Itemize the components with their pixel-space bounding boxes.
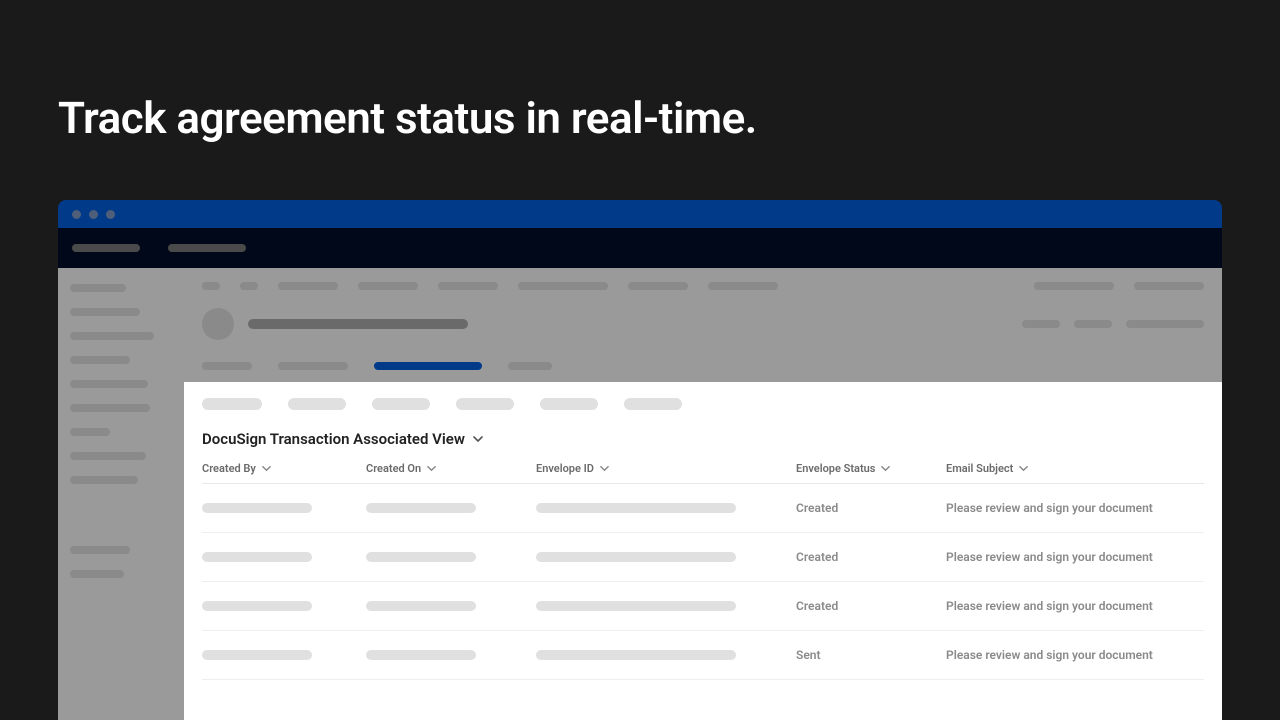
- tab[interactable]: [278, 362, 348, 370]
- cell-placeholder: [366, 503, 476, 513]
- page-headline: Track agreement status in real-time.: [0, 0, 1280, 144]
- breadcrumb-item[interactable]: [518, 282, 608, 290]
- col-header-envelope-id[interactable]: Envelope ID: [536, 462, 796, 475]
- cell-placeholder: [202, 601, 312, 611]
- cell-placeholder: [202, 552, 312, 562]
- sidebar-item[interactable]: [70, 308, 140, 316]
- tab[interactable]: [202, 362, 252, 370]
- cell-placeholder: [366, 552, 476, 562]
- record-title: [248, 319, 468, 329]
- chevron-down-icon[interactable]: [473, 434, 483, 444]
- sidebar-item[interactable]: [70, 452, 146, 460]
- col-header-envelope-status[interactable]: Envelope Status: [796, 462, 946, 475]
- record-header-area: [184, 268, 1222, 382]
- tab[interactable]: [508, 362, 552, 370]
- action-button[interactable]: [1126, 320, 1204, 328]
- cell-placeholder: [366, 650, 476, 660]
- cell-status: Sent: [796, 648, 946, 662]
- chevron-down-icon: [262, 464, 272, 474]
- table-row[interactable]: Created Please review and sign your docu…: [202, 533, 1204, 582]
- cell-status: Created: [796, 501, 946, 515]
- sidebar-item[interactable]: [70, 332, 154, 340]
- filter-pill[interactable]: [372, 398, 430, 410]
- sidebar-item[interactable]: [70, 570, 124, 578]
- breadcrumb-item[interactable]: [240, 282, 258, 290]
- col-label: Envelope Status: [796, 462, 875, 475]
- cell-subject: Please review and sign your document: [946, 550, 1204, 564]
- chevron-down-icon: [427, 464, 437, 474]
- sidebar-item[interactable]: [70, 380, 148, 388]
- table-row[interactable]: Sent Please review and sign your documen…: [202, 631, 1204, 680]
- transactions-table: Created By Created On Envelope ID E: [202, 462, 1204, 680]
- view-selector-label[interactable]: DocuSign Transaction Associated View: [202, 430, 465, 448]
- filter-pill[interactable]: [624, 398, 682, 410]
- cell-placeholder: [202, 503, 312, 513]
- app-bar-item[interactable]: [168, 244, 246, 252]
- table-row[interactable]: Created Please review and sign your docu…: [202, 484, 1204, 533]
- chevron-down-icon: [881, 464, 891, 474]
- cell-subject: Please review and sign your document: [946, 501, 1204, 515]
- col-label: Email Subject: [946, 462, 1013, 475]
- action-button[interactable]: [1074, 320, 1112, 328]
- filter-pill[interactable]: [456, 398, 514, 410]
- cell-subject: Please review and sign your document: [946, 599, 1204, 613]
- cell-placeholder: [536, 503, 736, 513]
- chevron-down-icon: [1019, 464, 1029, 474]
- cell-status: Created: [796, 599, 946, 613]
- filter-pill[interactable]: [202, 398, 262, 410]
- filter-pill[interactable]: [540, 398, 598, 410]
- col-label: Envelope ID: [536, 462, 594, 475]
- sidebar-item[interactable]: [70, 546, 130, 554]
- app-window: DocuSign Transaction Associated View Cre…: [58, 200, 1222, 720]
- tab-active[interactable]: [374, 362, 482, 370]
- col-header-created-by[interactable]: Created By: [202, 462, 366, 475]
- app-bar-item[interactable]: [72, 244, 140, 252]
- chevron-down-icon: [600, 464, 610, 474]
- record-tabs: [202, 362, 1204, 370]
- sidebar: [58, 268, 184, 720]
- table-row[interactable]: Created Please review and sign your docu…: [202, 582, 1204, 631]
- cell-placeholder: [202, 650, 312, 660]
- breadcrumb-item[interactable]: [358, 282, 418, 290]
- sidebar-item[interactable]: [70, 356, 130, 364]
- window-title-bar: [58, 200, 1222, 228]
- breadcrumb-item[interactable]: [708, 282, 778, 290]
- sidebar-item[interactable]: [70, 284, 126, 292]
- record-avatar: [202, 308, 234, 340]
- app-top-bar: [58, 228, 1222, 268]
- breadcrumb-item[interactable]: [628, 282, 688, 290]
- action-item[interactable]: [1134, 282, 1204, 290]
- related-list-panel: DocuSign Transaction Associated View Cre…: [184, 382, 1222, 720]
- close-icon[interactable]: [72, 210, 81, 219]
- col-label: Created On: [366, 462, 421, 475]
- action-button[interactable]: [1022, 320, 1060, 328]
- filter-pill[interactable]: [288, 398, 346, 410]
- sidebar-item[interactable]: [70, 404, 150, 412]
- breadcrumb-item[interactable]: [438, 282, 498, 290]
- sidebar-item[interactable]: [70, 476, 138, 484]
- action-item[interactable]: [1034, 282, 1114, 290]
- cell-placeholder: [536, 601, 736, 611]
- breadcrumb-item[interactable]: [202, 282, 220, 290]
- minimize-icon[interactable]: [89, 210, 98, 219]
- col-header-created-on[interactable]: Created On: [366, 462, 536, 475]
- col-header-email-subject[interactable]: Email Subject: [946, 462, 1204, 475]
- sidebar-item[interactable]: [70, 428, 110, 436]
- cell-status: Created: [796, 550, 946, 564]
- maximize-icon[interactable]: [106, 210, 115, 219]
- cell-placeholder: [536, 650, 736, 660]
- cell-placeholder: [366, 601, 476, 611]
- cell-subject: Please review and sign your document: [946, 648, 1204, 662]
- breadcrumb-item[interactable]: [278, 282, 338, 290]
- col-label: Created By: [202, 462, 256, 475]
- cell-placeholder: [536, 552, 736, 562]
